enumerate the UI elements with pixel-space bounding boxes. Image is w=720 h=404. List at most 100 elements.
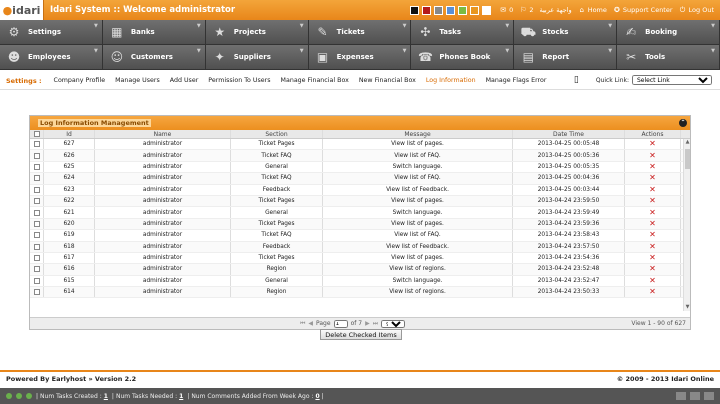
delete-checked-button[interactable]: Delete Checked Items [320,329,402,340]
status-badge-3[interactable] [26,393,32,399]
delete-icon[interactable]: ✕ [649,151,656,160]
menu-item-suppliers[interactable]: ✦ Suppliers ▼ [205,45,309,70]
subnav-item-log-information[interactable]: Log Information [426,77,476,84]
table-row[interactable]: 615 administrator General Switch language. 2… [30,275,690,288]
theme-swatch-7[interactable] [482,5,492,15]
table-row[interactable]: 625 administrator General Switch language. 2… [30,161,690,174]
row-checkbox[interactable] [33,175,40,182]
subnav-item-manage-flags-error[interactable]: Manage Flags Error [486,77,547,84]
table-row[interactable]: 614 administrator Region View list of regio… [30,287,690,299]
delete-icon[interactable]: ✕ [649,140,656,148]
menu-item-tickets[interactable]: ✎ Tickets ▼ [308,20,412,45]
delete-icon[interactable]: ✕ [649,242,656,251]
select-all-checkbox[interactable] [33,131,40,137]
last-page-icon[interactable]: ⏭ [373,320,378,328]
menu-item-phones-book[interactable]: ☎ Phones Book ▼ [411,45,515,70]
comments-value[interactable]: 0 [315,393,319,400]
support-link[interactable]: ✪ Support Center [613,6,673,14]
col-message[interactable]: Message [323,130,513,138]
scroll-thumb[interactable] [685,149,690,169]
delete-icon[interactable]: ✕ [649,208,656,217]
delete-icon[interactable]: ✕ [649,288,656,296]
theme-swatch-2[interactable] [422,5,432,15]
scroll-up-icon[interactable]: ▲ [684,139,690,146]
table-row[interactable]: 620 administrator Ticket Pages View list of… [30,218,690,231]
arabic-link[interactable]: واجهة عربية [539,6,571,14]
scroll-down-icon[interactable]: ▼ [684,304,690,311]
subnav-item-new-financial-box[interactable]: New Financial Box [359,77,416,84]
tasks-needed-count[interactable]: 1 [179,393,183,400]
subnav-item-permission-to-users[interactable]: Permission To Users [208,77,270,84]
table-row[interactable]: 618 administrator Feedback View list of Fee… [30,241,690,253]
row-checkbox[interactable] [33,152,40,159]
theme-swatch-6[interactable] [470,5,480,15]
col-id[interactable]: Id [44,130,95,138]
menu-item-tools[interactable]: ✂ Tools ▼ [617,45,720,70]
row-checkbox[interactable] [33,186,40,193]
subnav-item-manage-users[interactable]: Manage Users [115,77,160,84]
row-checkbox[interactable] [33,220,40,227]
theme-swatch-3[interactable] [434,5,444,15]
theme-swatch-1[interactable] [410,5,420,15]
row-checkbox[interactable] [33,163,40,170]
table-row[interactable]: 623 administrator Feedback View list of Fee… [30,184,690,196]
row-checkbox[interactable] [33,289,40,296]
delete-icon[interactable]: ✕ [649,254,656,262]
table-row[interactable]: 627 administrator Ticket Pages View list of… [30,139,690,151]
tag-link[interactable]: ⚐ 2 [519,6,533,14]
menu-item-settings[interactable]: ⚙ Settings ▼ [0,20,103,45]
row-checkbox[interactable] [33,232,40,239]
table-row[interactable]: 626 administrator Ticket FAQ View list of F… [30,150,690,162]
status-ctrl-1[interactable] [676,392,686,400]
delete-icon[interactable]: ✕ [649,197,656,205]
theme-swatch-4[interactable] [446,5,456,15]
mobile-icon[interactable]: ▯ [574,75,579,85]
first-page-icon[interactable]: ⏮ [300,320,305,328]
table-row[interactable]: 622 administrator Ticket Pages View list of… [30,195,690,208]
col-datetime[interactable]: Date Time [513,130,625,138]
row-checkbox[interactable] [33,266,40,273]
status-badge-2[interactable] [16,393,22,399]
tasks-created-count[interactable]: 1 [104,393,108,400]
grid-scrollbar[interactable]: ▲ ▼ [683,139,690,311]
table-row[interactable]: 624 administrator Ticket FAQ View list of F… [30,173,690,185]
table-row[interactable]: 619 administrator Ticket FAQ View list of F… [30,230,690,242]
row-checkbox[interactable] [33,141,40,148]
home-link[interactable]: ⌂ Home [578,6,606,14]
status-ctrl-3[interactable] [704,392,714,400]
delete-icon[interactable]: ✕ [649,276,656,285]
menu-item-report[interactable]: ▤ Report ▼ [514,45,618,70]
subnav-item-manage-financial-box[interactable]: Manage Financial Box [281,77,349,84]
menu-item-employees[interactable]: ☻ Employees ▼ [0,45,103,70]
menu-item-booking[interactable]: ✍ Booking ▼ [617,20,720,45]
theme-swatch-5[interactable] [458,5,468,15]
table-row[interactable]: 617 administrator Ticket Pages View list of… [30,252,690,265]
menu-item-customers[interactable]: ☺ Customers ▼ [102,45,206,70]
delete-icon[interactable]: ✕ [649,231,656,239]
menu-item-tasks[interactable]: ✣ Tasks ▼ [411,20,515,45]
menu-item-banks[interactable]: ▦ Banks ▼ [102,20,206,45]
row-checkbox[interactable] [33,243,40,250]
status-ctrl-2[interactable] [690,392,700,400]
delete-icon[interactable]: ✕ [649,174,656,182]
row-checkbox[interactable] [33,277,40,284]
table-row[interactable]: 616 administrator Region View list of regio… [30,264,690,276]
logo[interactable]: ● idari [0,0,44,20]
delete-icon[interactable]: ✕ [649,265,656,273]
quick-link-select[interactable]: Select Link [632,75,712,85]
row-checkbox[interactable] [33,209,40,216]
delete-icon[interactable]: ✕ [649,162,656,171]
delete-icon[interactable]: ✕ [649,185,656,194]
per-page-select[interactable]: 90 [381,319,406,328]
prev-page-icon[interactable]: ◀ [308,320,313,327]
subnav-item-company-profile[interactable]: Company Profile [54,77,106,84]
collapse-icon[interactable]: ⌃ [679,119,687,127]
row-checkbox[interactable] [33,255,40,262]
delete-icon[interactable]: ✕ [649,219,656,228]
menu-item-stocks[interactable]: ⛟ Stocks ▼ [514,20,618,45]
row-checkbox[interactable] [33,198,40,205]
menu-item-projects[interactable]: ★ Projects ▼ [205,20,309,45]
logout-link[interactable]: ⏻ Log Out [679,6,714,14]
subnav-item-add-user[interactable]: Add User [170,77,199,84]
next-page-icon[interactable]: ▶ [365,320,370,327]
